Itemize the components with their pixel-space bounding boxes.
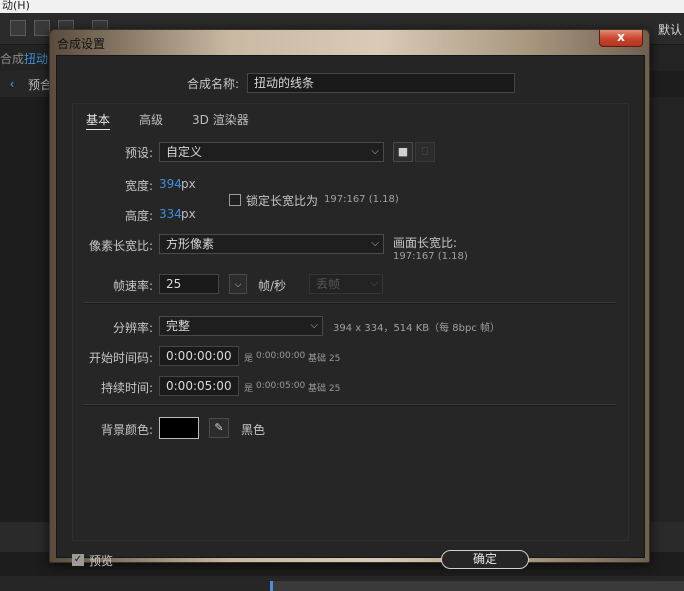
lock-aspect-label: 锁定长宽比为 bbox=[246, 194, 319, 208]
preview-label: 预览 bbox=[89, 554, 114, 568]
menu-bar: 动(H) bbox=[0, 0, 684, 13]
frame-aspect-label: 画面长宽比: bbox=[393, 236, 458, 250]
panel-tab-composition[interactable]: 扭动 bbox=[24, 50, 48, 67]
chevron-left-icon[interactable]: ‹ bbox=[4, 75, 20, 93]
ok-label: 确定 bbox=[472, 552, 497, 566]
preview-checkbox[interactable]: ✓ bbox=[72, 554, 84, 566]
check-icon: ✓ bbox=[73, 554, 83, 565]
tab-advanced[interactable]: 高级 bbox=[139, 111, 163, 128]
preset-value: 自定义 bbox=[166, 145, 203, 159]
right-panel bbox=[650, 97, 684, 522]
resolution-value: 完整 bbox=[166, 319, 191, 333]
save-preset-icon: ■ bbox=[397, 145, 409, 158]
frame-rate-label: 帧速率: bbox=[112, 279, 153, 293]
height-unit: px bbox=[181, 207, 196, 221]
chevron-down-icon: ⌵ bbox=[234, 280, 242, 290]
eyedropper-icon: ✎ bbox=[214, 421, 224, 434]
preset-select[interactable]: 自定义 ⌵ bbox=[159, 142, 384, 162]
dialog-body: 合成名称: 扭动的线条 基本 高级 3D 渲染器 预设: 自定义 ⌵ ■ ⎕ 宽… bbox=[56, 55, 645, 569]
lock-aspect-checkbox[interactable] bbox=[229, 194, 241, 206]
resolution-info: 394 x 334，514 KB（每 8bpc 帧） bbox=[333, 323, 501, 334]
preset-label: 预设: bbox=[124, 146, 153, 160]
width-unit: px bbox=[181, 177, 196, 191]
trash-icon: ⎕ bbox=[421, 145, 429, 158]
background-color-label: 背景颜色: bbox=[100, 423, 153, 437]
frame-aspect-value: 197:167 (1.18) bbox=[393, 251, 468, 262]
section-divider bbox=[83, 302, 616, 304]
duration-prefix: 是 bbox=[244, 384, 254, 394]
eyedropper-button[interactable]: ✎ bbox=[209, 418, 229, 438]
section-divider bbox=[83, 404, 616, 406]
tab-3d-renderer[interactable]: 3D 渲染器 bbox=[192, 111, 249, 128]
timeline-ruler[interactable] bbox=[270, 581, 684, 591]
selection-tool-icon[interactable] bbox=[10, 20, 26, 36]
width-label: 宽度: bbox=[124, 179, 153, 193]
composition-settings-dialog: 合成设置 x 合成名称: 扭动的线条 基本 高级 3D 渲染器 预设: 自定义 … bbox=[49, 29, 650, 569]
save-preset-button[interactable]: ■ bbox=[393, 142, 413, 162]
background-color-name: 黑色 bbox=[241, 423, 266, 437]
background-color-swatch[interactable] bbox=[159, 417, 199, 439]
lock-aspect-value: 197:167 (1.18) bbox=[324, 194, 399, 205]
resolution-select[interactable]: 完整 ⌵ bbox=[159, 316, 323, 336]
start-timecode-info: 0:00:00:00 bbox=[256, 351, 306, 361]
drop-frame-value: 丢帧 bbox=[316, 277, 341, 291]
frame-rate-dropdown-button[interactable]: ⌵ bbox=[229, 274, 247, 294]
tab-basic[interactable]: 基本 bbox=[86, 111, 111, 130]
dialog-title: 合成设置 bbox=[57, 37, 106, 51]
pixel-aspect-value: 方形像素 bbox=[166, 237, 215, 251]
width-value[interactable]: 394 bbox=[159, 177, 182, 191]
start-timecode-base: 基础 25 bbox=[308, 354, 341, 364]
chevron-down-icon: ⌵ bbox=[371, 146, 379, 157]
duration-base: 基础 25 bbox=[308, 384, 341, 394]
hand-tool-icon[interactable] bbox=[34, 20, 50, 36]
menu-item-help[interactable]: 动(H) bbox=[2, 0, 30, 12]
close-button[interactable]: x bbox=[599, 30, 643, 47]
timeline-bar bbox=[0, 576, 684, 591]
chevron-down-icon: ⌵ bbox=[310, 320, 318, 331]
chevron-down-icon: ⌵ bbox=[370, 278, 378, 289]
resolution-label: 分辨率: bbox=[112, 321, 153, 335]
duration-label: 持续时间: bbox=[100, 381, 153, 395]
comp-name-input[interactable]: 扭动的线条 bbox=[247, 73, 515, 93]
pixel-aspect-label: 像素长宽比: bbox=[88, 239, 153, 253]
duration-info: 0:00:05:00 bbox=[256, 381, 306, 391]
height-value[interactable]: 334 bbox=[159, 207, 182, 221]
ok-button[interactable]: 确定 bbox=[441, 550, 529, 569]
height-label: 高度: bbox=[124, 209, 153, 223]
comp-name-label: 合成名称: bbox=[187, 77, 240, 91]
workspace-label[interactable]: 默认 bbox=[658, 21, 682, 38]
close-icon: x bbox=[617, 30, 625, 44]
pixel-aspect-select[interactable]: 方形像素 ⌵ bbox=[159, 234, 384, 254]
delete-preset-button: ⎕ bbox=[415, 142, 435, 162]
drop-frame-select: 丢帧 ⌵ bbox=[309, 274, 383, 294]
chevron-down-icon: ⌵ bbox=[371, 238, 379, 249]
panel-tab-prefix: 合成 bbox=[0, 52, 25, 66]
start-timecode-input[interactable]: 0:00:00:00 bbox=[159, 346, 239, 366]
duration-input[interactable]: 0:00:05:00 bbox=[159, 376, 239, 396]
frame-rate-input[interactable]: 25 bbox=[159, 274, 219, 294]
start-timecode-prefix: 是 bbox=[244, 354, 254, 364]
frame-rate-unit: 帧/秒 bbox=[258, 279, 287, 293]
start-timecode-label: 开始时间码: bbox=[88, 351, 153, 365]
